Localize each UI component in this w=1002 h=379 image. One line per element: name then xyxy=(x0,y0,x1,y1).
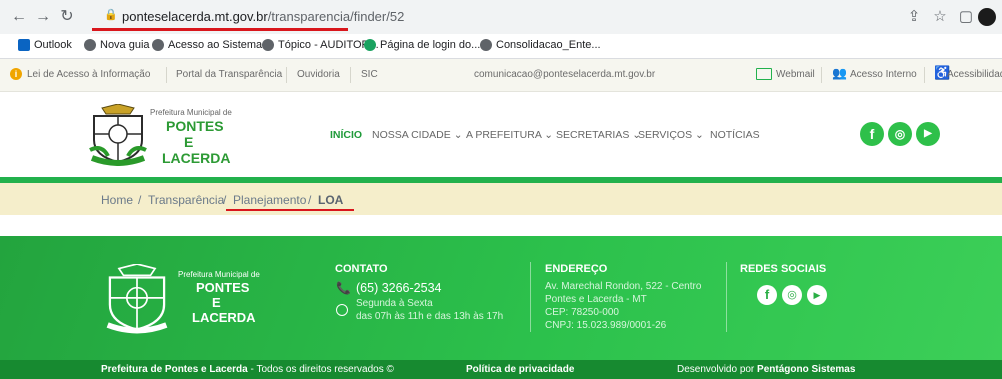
bookmark-outlook[interactable]: Outlook xyxy=(18,39,72,51)
sidepanel-icon[interactable]: ▢ xyxy=(956,7,976,27)
nav-servicos[interactable]: SERVIÇOS ⌄ xyxy=(638,129,704,141)
address-line3: CEP: 78250-000 xyxy=(545,307,619,318)
link-acessibilidade[interactable]: Acessibilidad xyxy=(947,69,1002,80)
instagram-icon[interactable]: ◎ xyxy=(888,122,912,146)
bookmark-consolidacao[interactable]: Consolidacao_Ente... xyxy=(480,39,601,51)
globe-icon xyxy=(152,39,164,51)
breadcrumb-separator: / xyxy=(138,193,142,207)
hours-line1: Segunda à Sexta xyxy=(356,298,433,309)
footer-facebook-icon[interactable]: f xyxy=(757,285,777,305)
nav-a-prefeitura[interactable]: A PREFEITURA ⌄ xyxy=(466,129,553,141)
clock-icon xyxy=(336,304,348,316)
login-page-icon xyxy=(364,39,376,51)
logo-prefix: Prefeitura Municipal de xyxy=(150,108,232,117)
link-ouvidoria[interactable]: Ouvidoria xyxy=(297,69,340,80)
link-sic[interactable]: SIC xyxy=(361,69,378,80)
endereco-title: ENDEREÇO xyxy=(545,263,608,275)
bookmark-pagina-login[interactable]: Página de login do... xyxy=(364,39,480,51)
link-lei-acesso[interactable]: Lei de Acesso à Informação xyxy=(27,69,150,80)
divider xyxy=(350,67,351,83)
footer-divider xyxy=(726,262,727,332)
share-icon[interactable]: ⇪ xyxy=(904,7,924,27)
link-webmail[interactable]: Webmail xyxy=(776,69,815,80)
link-portal-transparencia[interactable]: Portal da Transparência xyxy=(176,69,282,80)
globe-icon xyxy=(480,39,492,51)
profile-avatar[interactable] xyxy=(978,8,996,26)
footer-logo-line1: PONTES xyxy=(196,280,250,295)
logo-title-line2: E xyxy=(184,134,194,150)
copyright-text: Prefeitura de Pontes e Lacerda - Todos o… xyxy=(101,364,394,375)
footer-divider xyxy=(530,262,531,332)
breadcrumb-home[interactable]: Home xyxy=(101,193,133,207)
coat-of-arms-logo[interactable] xyxy=(88,104,148,166)
footer-logo-line3: LACERDA xyxy=(192,310,256,325)
footer-logo-line2: E xyxy=(212,295,221,310)
phone-icon: 📞 xyxy=(336,281,351,295)
divider xyxy=(286,67,287,83)
divider xyxy=(166,67,167,83)
breadcrumb-separator: / xyxy=(308,193,312,207)
bookmark-acesso-sistema[interactable]: Acesso ao Sistema... xyxy=(152,39,271,51)
nav-inicio[interactable]: INÍCIO xyxy=(330,129,362,141)
divider xyxy=(821,67,822,83)
contato-title: CONTATO xyxy=(335,263,388,275)
chevron-down-icon: ⌄ xyxy=(695,129,704,141)
back-arrow-icon[interactable]: ← xyxy=(8,6,30,28)
globe-icon xyxy=(84,39,96,51)
nav-secretarias[interactable]: SECRETARIAS ⌄ xyxy=(556,129,641,141)
developer-credit[interactable]: Desenvolvido por Pentágono Sistemas xyxy=(677,364,855,375)
bookmark-topico-auditor[interactable]: Tópico - AUDITOR... xyxy=(262,39,379,51)
contact-email[interactable]: comunicacao@ponteselacerda.mt.gov.br xyxy=(474,69,655,80)
divider xyxy=(924,67,925,83)
nav-noticias[interactable]: NOTÍCIAS xyxy=(710,129,760,141)
facebook-icon[interactable]: f xyxy=(860,122,884,146)
footer-logo-prefix: Prefeitura Municipal de xyxy=(178,270,260,279)
mail-icon xyxy=(756,68,772,80)
breadcrumb-current: LOA xyxy=(318,193,344,207)
nav-nossa-cidade[interactable]: NOSSA CIDADE ⌄ xyxy=(372,129,463,141)
outlook-icon xyxy=(18,39,30,51)
breadcrumb-separator: / xyxy=(223,193,227,207)
lock-icon: 🔒 xyxy=(104,9,118,21)
url-highlight-underline xyxy=(92,28,348,31)
forward-arrow-icon[interactable]: → xyxy=(32,6,54,28)
users-icon: 👥 xyxy=(832,66,847,80)
info-icon: i xyxy=(10,68,22,80)
bookmark-nova-guia[interactable]: Nova guia xyxy=(84,39,150,51)
breadcrumb-planejamento[interactable]: Planejamento xyxy=(233,193,306,207)
reload-icon[interactable]: ↻ xyxy=(56,6,78,28)
footer-youtube-icon[interactable]: ▶ xyxy=(807,285,827,305)
link-acesso-interno[interactable]: Acesso Interno xyxy=(850,69,917,80)
globe-icon xyxy=(262,39,274,51)
star-icon[interactable]: ☆ xyxy=(930,7,950,27)
chevron-down-icon: ⌄ xyxy=(453,129,463,141)
redes-sociais-title: REDES SOCIAIS xyxy=(740,263,827,275)
utility-bar: i Lei de Acesso à Informação Portal da T… xyxy=(0,59,1002,92)
url-text[interactable]: ponteselacerda.mt.gov.br/transparencia/f… xyxy=(122,9,404,24)
breadcrumb-transparencia[interactable]: Transparência xyxy=(148,193,224,207)
breadcrumb-highlight-underline xyxy=(226,209,354,211)
bookmarks-bar: Outlook Nova guia Acesso ao Sistema... T… xyxy=(0,34,1002,59)
chevron-down-icon: ⌄ xyxy=(544,129,554,141)
logo-title-line3: LACERDA xyxy=(162,150,231,166)
footer-coat-of-arms-logo xyxy=(106,264,168,334)
address-line4: CNPJ: 15.023.989/0001-26 xyxy=(545,320,667,331)
link-privacy-policy[interactable]: Política de privacidade xyxy=(466,364,574,375)
address-line2: Pontes e Lacerda - MT xyxy=(545,294,647,305)
youtube-icon[interactable]: ▶ xyxy=(916,122,940,146)
contact-phone[interactable]: (65) 3266-2534 xyxy=(356,281,441,295)
address-line1: Av. Marechal Rondon, 522 - Centro xyxy=(545,281,702,292)
hours-line2: das 07h às 11h e das 13h às 17h xyxy=(356,311,504,322)
logo-title-line1: PONTES xyxy=(166,118,224,134)
footer-instagram-icon[interactable]: ◎ xyxy=(782,285,802,305)
